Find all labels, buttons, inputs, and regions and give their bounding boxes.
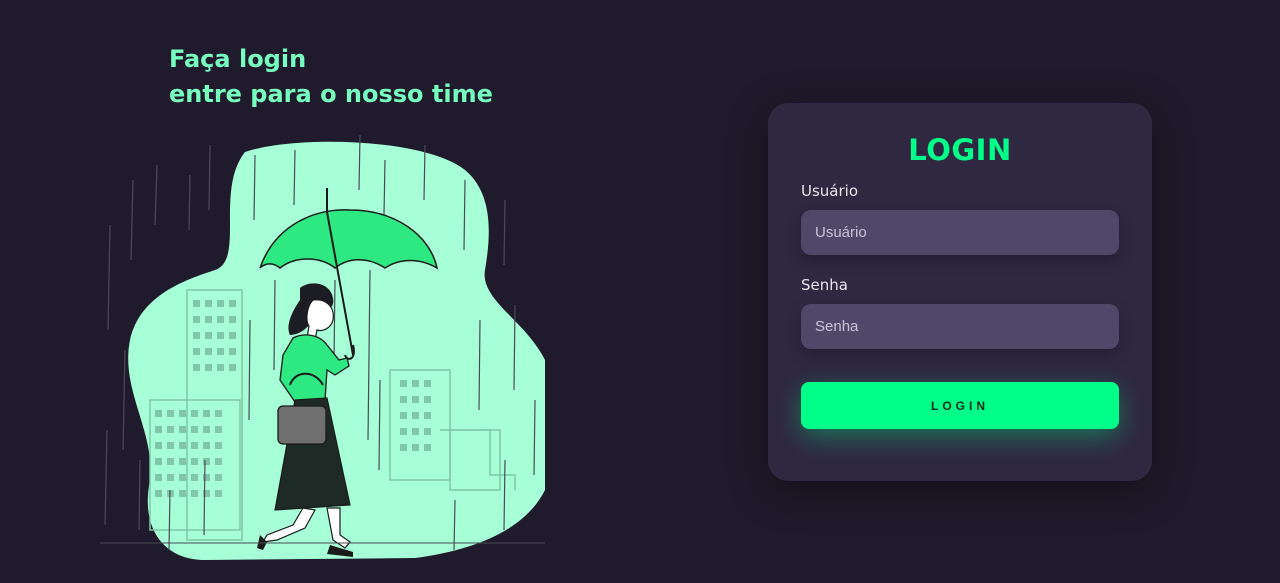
username-input[interactable] [801,210,1119,255]
headline: Faça login entre para o nosso time [169,42,493,112]
login-button[interactable]: LOGIN [801,382,1119,429]
login-page: Faça login entre para o nosso time LOGIN… [0,0,1280,583]
handbag [277,405,327,445]
headline-line-2: entre para o nosso time [169,80,493,108]
login-title: LOGIN [908,133,1012,167]
headline-line-1: Faça login [169,45,307,73]
password-input[interactable] [801,304,1119,349]
woman-umbrella-rain-illustration [100,134,545,560]
password-label: Senha [801,276,848,294]
login-card: LOGIN Usuário Senha LOGIN [768,103,1152,481]
username-label: Usuário [801,182,859,200]
